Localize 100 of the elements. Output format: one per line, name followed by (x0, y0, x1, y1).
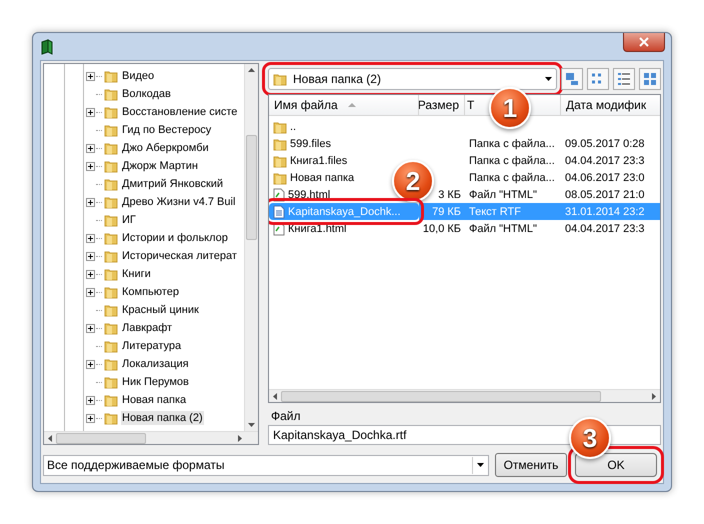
expand-icon[interactable] (86, 234, 95, 242)
tree-item[interactable]: Восстановление систе (121, 105, 238, 119)
folder-icon (273, 120, 287, 134)
document-icon (273, 188, 285, 202)
tree-item[interactable]: Книги (121, 267, 152, 281)
expand-icon[interactable] (86, 108, 95, 116)
vertical-scrollbar[interactable] (244, 64, 258, 431)
tree-item[interactable]: Лавкрафт (121, 321, 174, 335)
folder-icon (104, 159, 118, 173)
column-header[interactable]: Дата модифик (566, 98, 646, 112)
list-view-icon (617, 72, 631, 86)
tree-item[interactable]: Локализация (121, 357, 190, 371)
file-type: Папка с файла... (468, 154, 556, 168)
file-type: Папка с файла... (468, 136, 556, 152)
file-name-cell[interactable]: .. (273, 120, 296, 134)
tree-item[interactable]: Ник Перумов (121, 375, 190, 389)
file-name-cell[interactable]: Новая папка (273, 170, 354, 184)
folder-icon (104, 393, 118, 407)
file-size: 3 КБ (437, 188, 462, 202)
scrollbar-thumb[interactable] (56, 432, 146, 444)
folder-icon (104, 105, 118, 119)
tree-item[interactable]: Красный циник (121, 303, 200, 317)
scroll-up-arrow-icon[interactable] (248, 68, 255, 72)
dropdown-arrow-icon (477, 463, 484, 467)
close-icon (639, 37, 649, 47)
file-date: 31.01.2014 23:2 (561, 203, 660, 220)
book-icon (41, 39, 53, 55)
file-name-cell[interactable]: Книга1.html (273, 222, 346, 236)
close-button[interactable] (623, 33, 665, 52)
scrollbar-thumb[interactable] (246, 135, 257, 240)
horizontal-scrollbar[interactable] (269, 389, 660, 402)
tree-item[interactable]: Видео (121, 69, 156, 83)
expand-icon[interactable] (86, 198, 95, 206)
tree-item[interactable]: Древо Жизни v4.7 Buil (121, 195, 236, 209)
tree-item[interactable]: Дмитрий Янковский (121, 177, 224, 191)
horizontal-scrollbar[interactable] (44, 431, 258, 444)
folder-icon (273, 72, 287, 86)
tree-item[interactable]: Волкодав (121, 87, 172, 101)
tree-item[interactable]: Истории и фольклор (121, 231, 229, 245)
expand-icon[interactable] (86, 252, 95, 260)
expand-icon[interactable] (86, 324, 95, 332)
folder-icon (104, 285, 118, 299)
large-icons-view-icon (565, 72, 579, 86)
folder-icon (104, 411, 118, 425)
scroll-right-arrow-icon[interactable] (238, 434, 242, 442)
folder-icon (104, 375, 118, 389)
folder-icon (104, 339, 118, 353)
expand-icon[interactable] (86, 396, 95, 404)
file-name-cell[interactable]: 599.html (273, 188, 330, 202)
file-type: Папка с файла... (468, 170, 556, 186)
file-type: Файл "HTML" (468, 188, 538, 202)
dropdown-arrow-icon (545, 77, 552, 81)
file-size: 79 КБ (419, 203, 465, 220)
tree-item[interactable]: Джорж Мартин (121, 159, 199, 173)
column-header[interactable]: Т (467, 98, 474, 112)
tree-item[interactable]: Гид по Вестеросу (121, 123, 212, 137)
folder-icon (104, 303, 118, 317)
expand-icon[interactable] (86, 360, 95, 368)
expand-icon[interactable] (86, 270, 95, 278)
scroll-right-arrow-icon[interactable] (652, 392, 656, 400)
file-name-cell[interactable]: Книга1.files (273, 154, 348, 168)
folder-icon (104, 267, 118, 281)
view-button[interactable] (613, 68, 635, 90)
tree-item[interactable]: Новая папка (121, 393, 188, 407)
tree-item[interactable]: Новая папка (2) (121, 411, 204, 425)
tree-item[interactable]: Историческая литерат (121, 249, 238, 263)
folder-icon (104, 321, 118, 335)
folder-icon (104, 123, 118, 137)
expand-icon[interactable] (86, 72, 95, 80)
expand-icon[interactable] (86, 162, 95, 170)
folder-icon (104, 249, 118, 263)
file-name-cell[interactable]: 599.files (273, 136, 331, 150)
tree-item[interactable]: Компьютер (121, 285, 180, 299)
expand-icon[interactable] (86, 144, 95, 152)
expand-icon[interactable] (86, 288, 95, 296)
folder-icon (273, 154, 287, 168)
file-name-label: Файл (270, 408, 302, 425)
column-header[interactable]: Размер (419, 98, 459, 112)
tree-item[interactable]: ИГ (121, 213, 137, 227)
tree-item[interactable]: Литература (121, 339, 182, 353)
scrollbar-thumb[interactable] (281, 390, 601, 402)
file-type: Файл "HTML" (468, 222, 538, 236)
file-date: 04.04.2017 23:3 (564, 222, 646, 236)
cancel-button[interactable]: Отменить (495, 453, 567, 477)
file-date: 08.05.2017 21:0 (564, 188, 646, 202)
column-header[interactable]: Имя файла (274, 98, 338, 112)
folder-icon (104, 87, 118, 101)
folder-icon (273, 170, 287, 184)
file-size: 10,0 КБ (422, 222, 462, 236)
folder-icon (273, 136, 287, 150)
details-view-icon (643, 72, 657, 86)
file-type-dropdown[interactable]: Все поддерживаемые форматы (43, 454, 489, 476)
scroll-down-arrow-icon[interactable] (248, 423, 255, 427)
scroll-left-arrow-icon[interactable] (48, 434, 52, 442)
folder-icon (104, 231, 118, 245)
file-date: 04.06.2017 23:0 (564, 170, 646, 186)
scroll-left-arrow-icon[interactable] (273, 392, 277, 400)
tree-item[interactable]: Джо Аберкромби (121, 141, 210, 155)
file-date: 04.04.2017 23:3 (564, 154, 646, 168)
expand-icon[interactable] (86, 414, 95, 422)
